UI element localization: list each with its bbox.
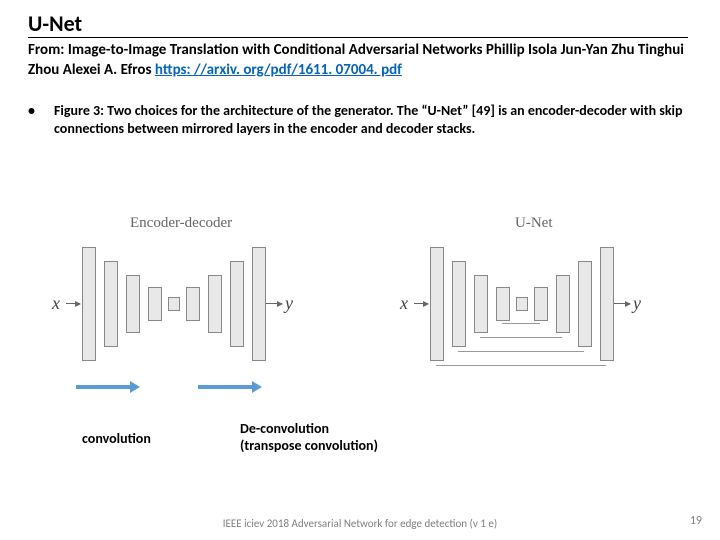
dec-block	[230, 261, 244, 347]
blue-arrow-icon	[76, 385, 132, 389]
enc-block	[148, 287, 162, 321]
page-title: U-Net	[28, 0, 688, 38]
y-label-right: y	[633, 293, 641, 314]
bottleneck-block	[168, 297, 180, 311]
y-label-left: y	[285, 293, 293, 314]
bullet-icon: •	[28, 102, 54, 138]
arrow-icon	[66, 303, 80, 304]
figure-caption-row: • Figure 3: Two choices for the architec…	[0, 80, 720, 138]
enc-block	[126, 275, 140, 333]
skip-line	[502, 323, 540, 324]
enc-block	[104, 261, 118, 347]
dec-block	[578, 261, 592, 347]
x-label-left: x	[52, 293, 60, 314]
skip-line	[480, 337, 562, 338]
diagram-row: Encoder-decoder x y U-Net x y	[60, 215, 670, 405]
enc-block	[430, 247, 444, 361]
dec-block	[600, 247, 614, 361]
figure-caption: Figure 3: Two choices for the architectu…	[54, 102, 692, 138]
conv-label: convolution	[82, 430, 151, 447]
footer: IEEE iciev 2018 Adversarial Network for …	[0, 517, 720, 530]
page-number: 19	[690, 514, 702, 528]
dec-block	[186, 287, 200, 321]
x-label-right: x	[400, 293, 408, 314]
unet-title: U-Net	[515, 215, 553, 232]
dec-block	[556, 275, 570, 333]
arrow-icon	[266, 303, 282, 304]
blue-arrow-icon	[198, 385, 254, 389]
enc-block	[82, 247, 96, 361]
deconv-label: De-convolution (transpose convolution)	[240, 420, 380, 454]
enc-block	[452, 261, 466, 347]
enc-block	[474, 275, 488, 333]
skip-line	[436, 365, 606, 366]
bottleneck-block	[516, 297, 528, 311]
encoder-decoder-title: Encoder-decoder	[130, 215, 232, 232]
skip-line	[458, 351, 584, 352]
arrow-icon	[414, 303, 428, 304]
arrow-icon	[614, 303, 630, 304]
arxiv-link[interactable]: https: //arxiv. org/pdf/1611. 07004. pdf	[155, 61, 402, 79]
dec-block	[534, 287, 548, 321]
subtitle: From: Image-to-Image Translation with Co…	[0, 38, 720, 80]
enc-block	[496, 287, 510, 321]
dec-block	[208, 275, 222, 333]
dec-block	[252, 247, 266, 361]
